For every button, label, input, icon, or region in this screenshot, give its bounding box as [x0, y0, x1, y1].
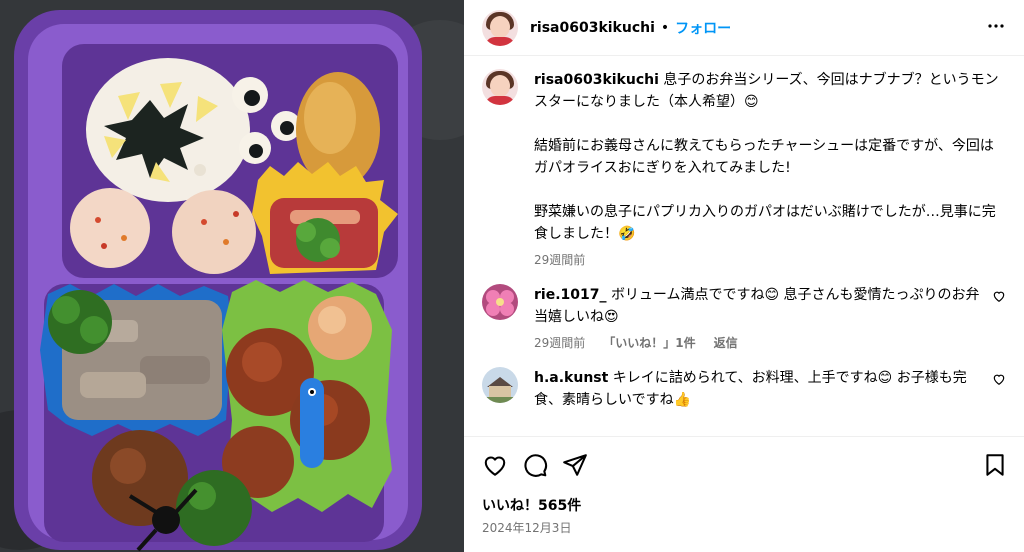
- avatar[interactable]: [482, 284, 518, 320]
- comment-likes-count[interactable]: 「いいね！」1件: [603, 334, 695, 351]
- comment-item: rie.1017_ ボリューム満点でですね😊 息子さんも愛情たっぷりのお弁当嬉し…: [482, 284, 1006, 351]
- follow-button[interactable]: フォロー: [675, 18, 731, 38]
- avatar[interactable]: [482, 367, 518, 403]
- bento-photo-illustration: [0, 0, 464, 552]
- reply-button[interactable]: 返信: [714, 334, 738, 351]
- comment-username[interactable]: h.a.kunst: [534, 370, 608, 386]
- comment-username[interactable]: rie.1017_: [534, 287, 606, 303]
- caption-timestamp[interactable]: 29週間前: [534, 251, 585, 268]
- avatar[interactable]: [482, 69, 518, 105]
- likes-count[interactable]: いいね！565件: [482, 495, 581, 515]
- comment-heart-icon[interactable]: [992, 288, 1006, 351]
- heart-icon[interactable]: [482, 452, 508, 478]
- share-icon[interactable]: [562, 452, 588, 478]
- action-bar: [464, 436, 1024, 492]
- gapao-onigiri: [70, 188, 150, 268]
- caption-username[interactable]: risa0603kikuchi: [534, 72, 659, 88]
- caption-text: 息子のお弁当シリーズ、今回はナブナブ？というモンスターになりました（本人希望）😊…: [534, 72, 999, 242]
- post-caption: risa0603kikuchi 息子のお弁当シリーズ、今回はナブナブ？というモン…: [482, 69, 1006, 268]
- header-username[interactable]: risa0603kikuchi: [530, 20, 655, 36]
- comment-icon[interactable]: [522, 452, 548, 478]
- post-header: risa0603kikuchi • フォロー: [464, 0, 1024, 56]
- comment-timestamp[interactable]: 29週間前: [534, 334, 585, 351]
- more-options-icon[interactable]: [984, 14, 1008, 42]
- avatar[interactable]: [482, 9, 518, 46]
- post-panel: risa0603kikuchi • フォロー risa0603kikuchi 息…: [464, 0, 1024, 552]
- comment-item: h.a.kunst キレイに詰められて、お料理、上手ですね😊 お子様も完食、素晴…: [482, 367, 1006, 411]
- comments-list[interactable]: risa0603kikuchi 息子のお弁当シリーズ、今回はナブナブ？というモン…: [464, 57, 1024, 436]
- bookmark-icon[interactable]: [982, 452, 1008, 478]
- post-date: 2024年12月3日: [482, 521, 572, 535]
- separator-dot: •: [660, 19, 670, 36]
- comment-heart-icon[interactable]: [992, 371, 1006, 411]
- post-photo[interactable]: [0, 0, 464, 552]
